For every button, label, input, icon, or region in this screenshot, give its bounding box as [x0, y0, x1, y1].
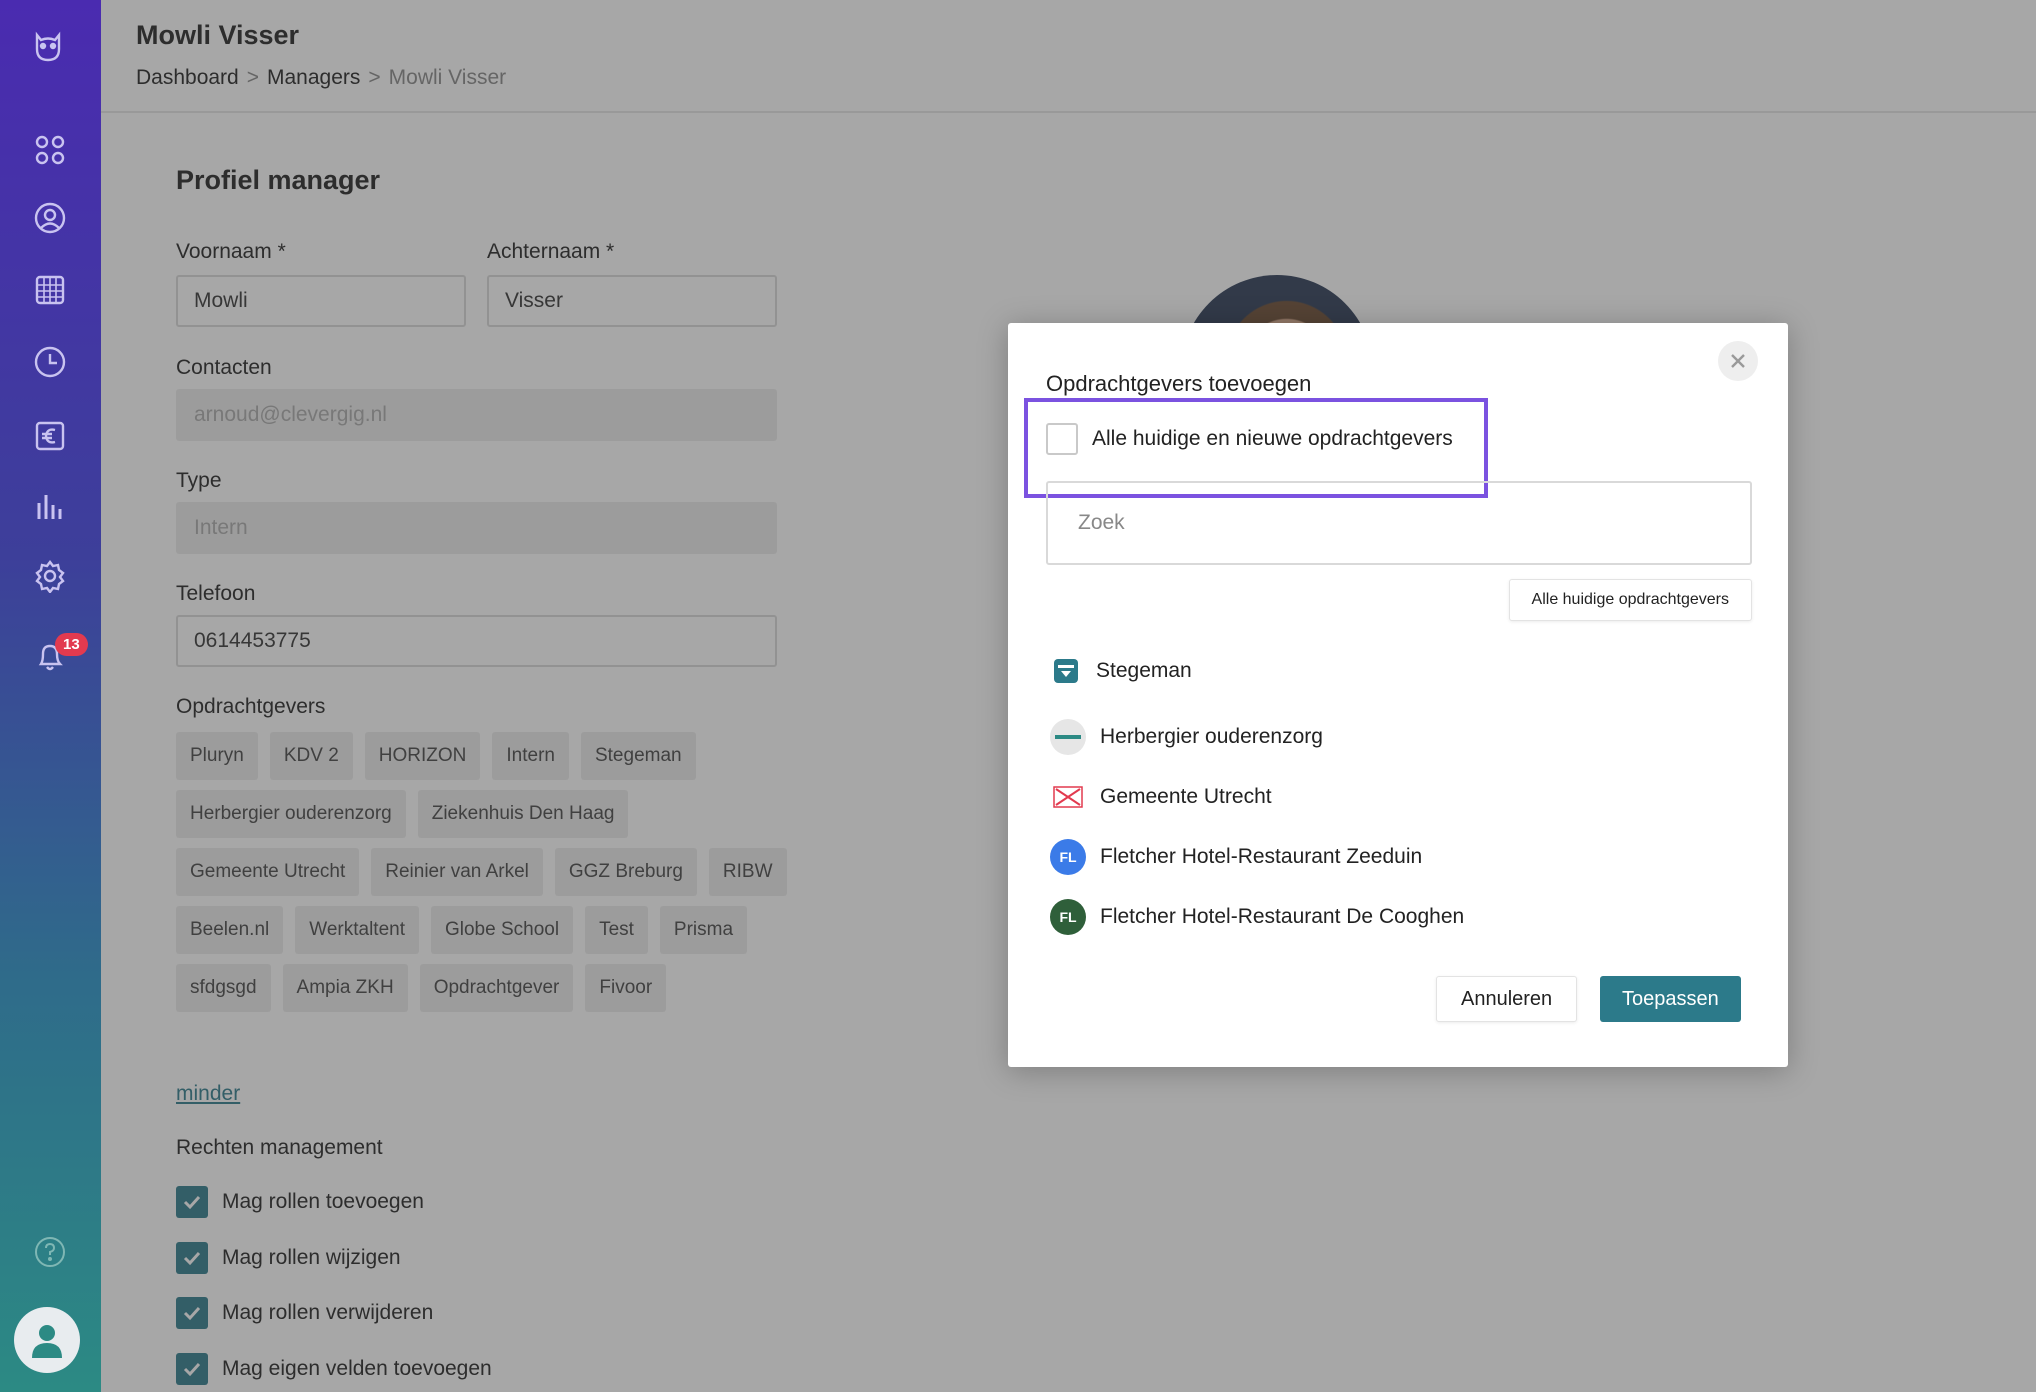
- cancel-button[interactable]: Annuleren: [1436, 976, 1578, 1022]
- sidebar: 13: [0, 0, 101, 1392]
- all-current-clients-button[interactable]: Alle huidige opdrachtgevers: [1508, 579, 1752, 621]
- client-name: Gemeente Utrecht: [1100, 785, 1272, 808]
- gemeente-utrecht-logo-icon: [1050, 779, 1086, 815]
- clock-icon[interactable]: [30, 342, 70, 382]
- client-name: Herbergier ouderenzorg: [1100, 725, 1323, 748]
- all-clients-checkbox[interactable]: [1046, 423, 1078, 455]
- user-circle-icon[interactable]: [30, 198, 70, 238]
- stegeman-logo-icon: [1050, 653, 1082, 689]
- apply-button[interactable]: Toepassen: [1600, 976, 1741, 1022]
- euro-icon[interactable]: [30, 416, 70, 456]
- list-item[interactable]: Gemeente Utrecht: [1050, 779, 1272, 815]
- fl-initials-avatar: FL: [1050, 899, 1086, 935]
- close-button[interactable]: [1718, 341, 1758, 381]
- close-icon: [1731, 354, 1745, 368]
- client-name: Fletcher Hotel-Restaurant Zeeduin: [1100, 845, 1423, 868]
- user-avatar-icon[interactable]: [14, 1307, 80, 1373]
- gear-icon[interactable]: [30, 556, 70, 596]
- fl-initials-avatar: FL: [1050, 839, 1086, 875]
- list-item[interactable]: FL Fletcher Hotel-Restaurant De Cooghen: [1050, 899, 1464, 935]
- modal-title: Opdrachtgevers toevoegen: [1046, 371, 1312, 396]
- owl-logo-icon[interactable]: [28, 26, 68, 66]
- client-name: Fletcher Hotel-Restaurant De Cooghen: [1100, 905, 1465, 928]
- search-input[interactable]: Zoek: [1046, 481, 1752, 565]
- all-clients-checkbox-row[interactable]: Alle huidige en nieuwe opdrachtgevers: [1046, 423, 1453, 455]
- list-item[interactable]: Stegeman: [1050, 653, 1192, 689]
- calendar-icon[interactable]: [30, 270, 70, 310]
- help-icon[interactable]: [30, 1232, 70, 1272]
- client-name: Stegeman: [1096, 659, 1192, 682]
- add-clients-modal: Opdrachtgevers toevoegen Alle huidige en…: [1008, 323, 1788, 1067]
- herbergier-logo-icon: [1050, 719, 1086, 755]
- grid-icon[interactable]: [30, 130, 70, 170]
- list-item[interactable]: FL Fletcher Hotel-Restaurant Zeeduin: [1050, 839, 1422, 875]
- notification-badge: 13: [55, 633, 88, 656]
- bar-chart-icon[interactable]: [30, 486, 70, 526]
- all-clients-label: Alle huidige en nieuwe opdrachtgevers: [1092, 427, 1453, 450]
- list-item[interactable]: Herbergier ouderenzorg: [1050, 719, 1323, 755]
